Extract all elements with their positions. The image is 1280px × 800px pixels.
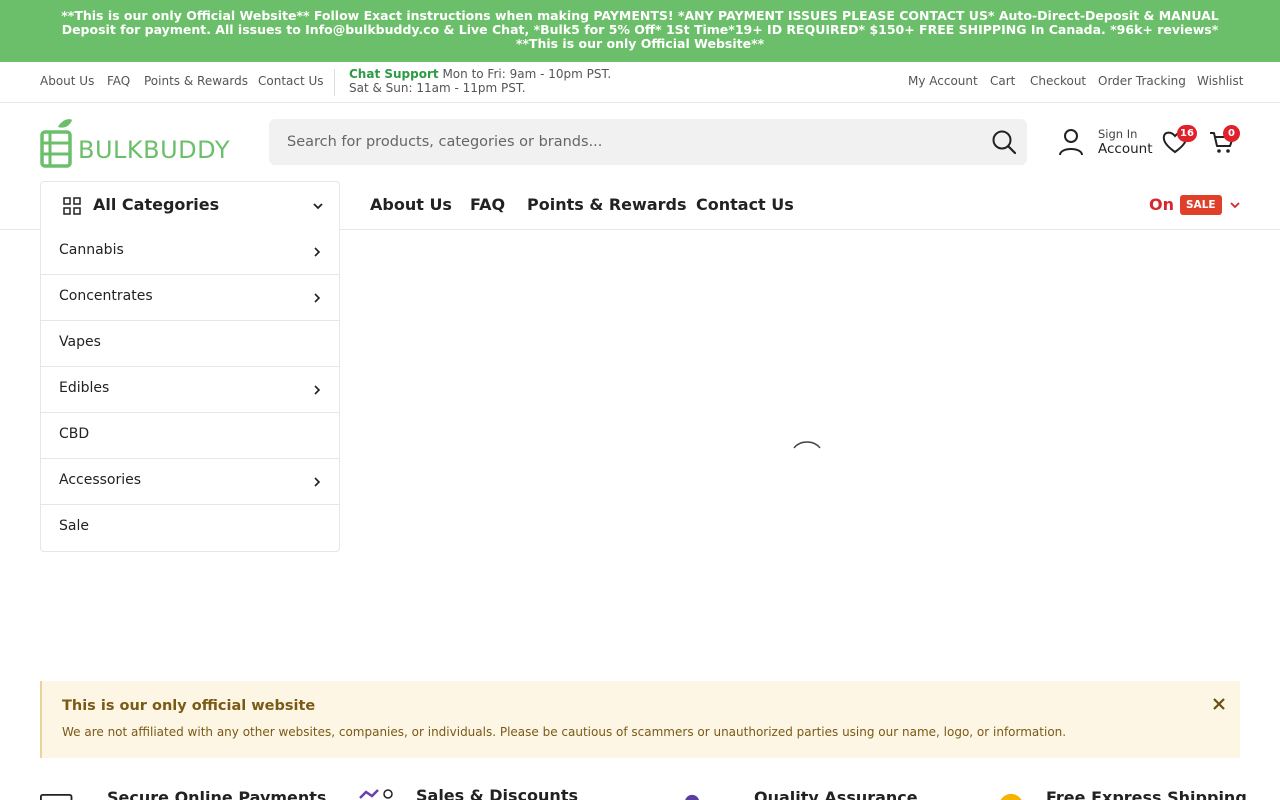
chat-support-label: Chat Support bbox=[349, 67, 439, 81]
discount-tag-icon bbox=[359, 789, 393, 799]
search-input[interactable] bbox=[287, 119, 977, 165]
official-website-notice: This is our only official website We are… bbox=[40, 681, 1240, 758]
chevron-right-icon bbox=[314, 247, 321, 257]
category-item-edibles[interactable]: Edibles bbox=[41, 367, 339, 413]
top-link-wishlist[interactable]: Wishlist bbox=[1197, 74, 1243, 88]
nav-faq[interactable]: FAQ bbox=[470, 195, 505, 214]
chevron-right-icon bbox=[314, 477, 321, 487]
search-icon[interactable] bbox=[991, 129, 1017, 155]
category-item-concentrates[interactable]: Concentrates bbox=[41, 275, 339, 321]
top-link-faq[interactable]: FAQ bbox=[107, 74, 130, 88]
top-link-checkout[interactable]: Checkout bbox=[1030, 74, 1086, 88]
category-label: Concentrates bbox=[59, 288, 153, 304]
close-icon[interactable] bbox=[1212, 697, 1226, 711]
nav-about-us[interactable]: About Us bbox=[370, 195, 452, 214]
chat-hours-weekend: Sat & Sun: 11am - 11pm PST. bbox=[349, 81, 526, 95]
category-menu: Cannabis Concentrates Vapes Edibles CBD Acces… bbox=[40, 229, 340, 552]
notice-title: This is our only official website bbox=[62, 698, 316, 714]
cart-button[interactable]: 0 bbox=[1207, 125, 1240, 157]
on-sale-label: On bbox=[1149, 195, 1174, 214]
category-label: Sale bbox=[59, 518, 89, 534]
announcement-bar: **This is our only Official Website** Fo… bbox=[0, 0, 1280, 62]
top-link-contact-us[interactable]: Contact Us bbox=[258, 74, 324, 88]
category-item-cbd[interactable]: CBD bbox=[41, 413, 339, 459]
nav-points-rewards[interactable]: Points & Rewards bbox=[527, 195, 686, 214]
all-categories-title: All Categories bbox=[93, 195, 220, 214]
chevron-down-icon bbox=[1230, 202, 1240, 209]
divider bbox=[334, 69, 335, 96]
search-bar bbox=[269, 119, 1027, 165]
chat-hours-weekday: Mon to Fri: 9am - 10pm PST. bbox=[442, 67, 612, 81]
grid-icon bbox=[63, 197, 81, 215]
category-item-sale[interactable]: Sale bbox=[41, 505, 339, 551]
account-label: Account bbox=[1098, 141, 1153, 157]
sign-in-label: Sign In bbox=[1098, 127, 1138, 141]
feature-title: Sales & Discounts bbox=[416, 786, 578, 800]
feature-title: Secure Online Payments bbox=[107, 788, 327, 800]
user-icon bbox=[1059, 129, 1083, 156]
category-label: Edibles bbox=[59, 380, 110, 396]
wishlist-count-badge: 16 bbox=[1177, 125, 1197, 142]
credit-card-icon bbox=[40, 794, 73, 800]
shipping-icon bbox=[1000, 793, 1022, 800]
sale-tag: SALE bbox=[1180, 195, 1222, 215]
feature-title: Free Express Shipping bbox=[1046, 788, 1247, 800]
feature-title: Quality Assurance bbox=[754, 788, 918, 800]
category-label: Vapes bbox=[59, 334, 101, 350]
loading-spinner-icon bbox=[793, 441, 821, 449]
category-label: Accessories bbox=[59, 472, 142, 488]
top-link-my-account[interactable]: My Account bbox=[908, 74, 978, 88]
wishlist-button[interactable]: 16 bbox=[1160, 125, 1197, 157]
all-categories-toggle[interactable]: All Categories bbox=[40, 181, 340, 230]
top-utility-bar: About Us FAQ Points & Rewards Contact Us… bbox=[0, 62, 1280, 103]
category-label: CBD bbox=[59, 426, 90, 442]
chevron-down-icon bbox=[313, 203, 323, 210]
cart-count-badge: 0 bbox=[1223, 125, 1240, 142]
top-link-points-rewards[interactable]: Points & Rewards bbox=[144, 74, 248, 88]
category-label: Cannabis bbox=[59, 242, 124, 258]
nav-contact-us[interactable]: Contact Us bbox=[696, 195, 794, 214]
category-item-accessories[interactable]: Accessories bbox=[41, 459, 339, 505]
notice-body: We are not affiliated with any other web… bbox=[62, 725, 1067, 739]
bulkbuddy-logo-icon: BULKBUDDY bbox=[40, 119, 230, 168]
quality-badge-icon bbox=[685, 794, 699, 800]
top-link-about-us[interactable]: About Us bbox=[40, 74, 94, 88]
chat-support-info: Chat Support Mon to Fri: 9am - 10pm PST.… bbox=[349, 67, 611, 95]
logo-wordmark: BULKBUDDY bbox=[78, 136, 230, 164]
category-item-cannabis[interactable]: Cannabis bbox=[41, 229, 339, 275]
chevron-right-icon bbox=[314, 385, 321, 395]
category-item-vapes[interactable]: Vapes bbox=[41, 321, 339, 367]
top-link-order-tracking[interactable]: Order Tracking bbox=[1098, 74, 1186, 88]
site-logo[interactable]: BULKBUDDY bbox=[40, 118, 232, 168]
top-link-cart[interactable]: Cart bbox=[990, 74, 1015, 88]
chevron-right-icon bbox=[314, 293, 321, 303]
